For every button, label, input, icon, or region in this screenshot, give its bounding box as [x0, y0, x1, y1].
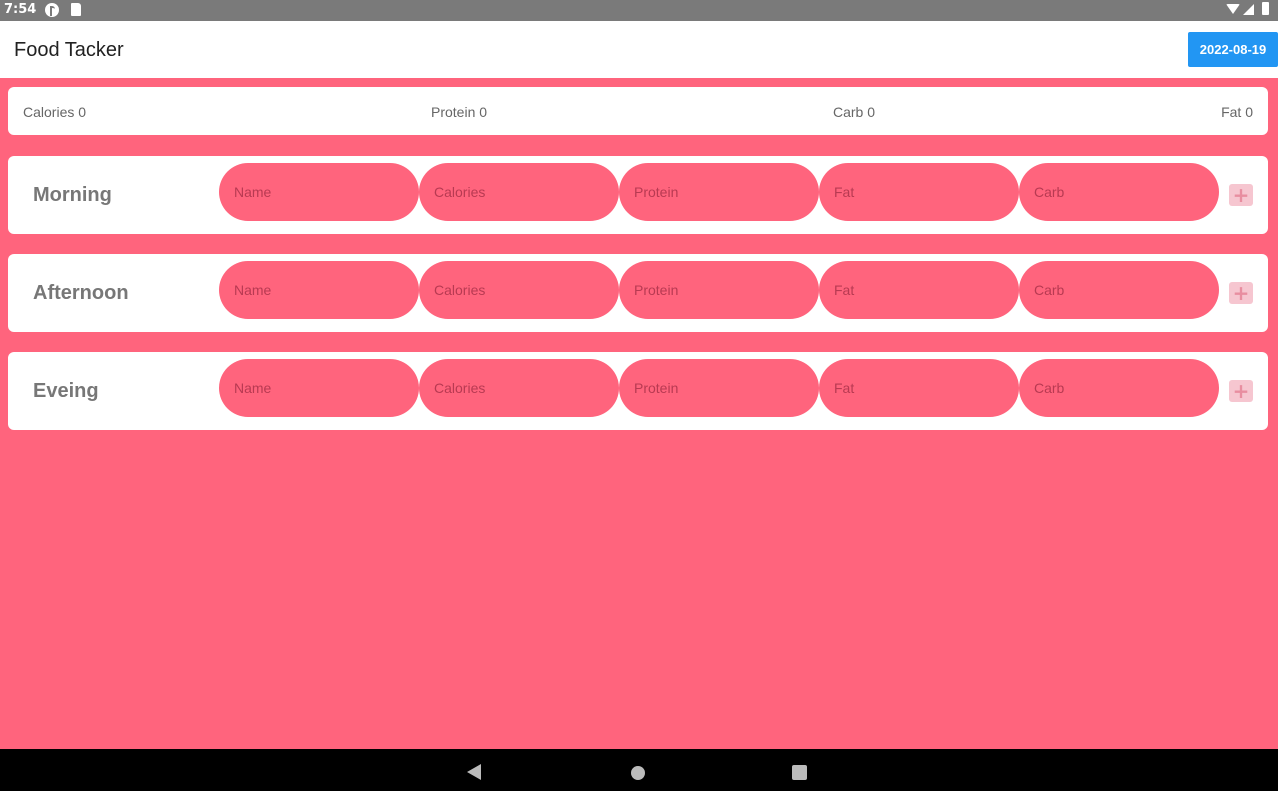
- carb-input[interactable]: [1019, 163, 1219, 221]
- status-bar: 7:54: [0, 0, 1278, 21]
- battery-icon: [1262, 2, 1269, 15]
- meal-label: Morning: [33, 184, 112, 206]
- status-time: 7:54: [4, 2, 37, 17]
- fat-input[interactable]: [819, 261, 1019, 319]
- wifi-icon: [1226, 4, 1240, 14]
- food-name-input[interactable]: [219, 261, 419, 319]
- recents-icon[interactable]: [792, 765, 807, 780]
- protein-input[interactable]: [619, 261, 819, 319]
- food-name-input[interactable]: [219, 163, 419, 221]
- meal-card-morning: Morning +: [8, 156, 1268, 234]
- date-picker-button[interactable]: 2022-08-19: [1188, 32, 1278, 67]
- carb-input[interactable]: [1019, 359, 1219, 417]
- sd-card-icon: [71, 3, 81, 16]
- calories-input[interactable]: [419, 163, 619, 221]
- summary-carb: Carb 0: [833, 104, 876, 120]
- meal-label: Eveing: [33, 380, 99, 402]
- food-name-input[interactable]: [219, 359, 419, 417]
- navigation-bar: [0, 749, 1278, 791]
- signal-icon: [1243, 4, 1254, 15]
- add-food-button[interactable]: +: [1229, 184, 1253, 206]
- app-title: Food Tacker: [14, 39, 124, 61]
- carb-input[interactable]: [1019, 261, 1219, 319]
- protein-input[interactable]: [619, 163, 819, 221]
- pocket-icon: [45, 3, 59, 17]
- home-icon[interactable]: [631, 766, 645, 780]
- calories-input[interactable]: [419, 359, 619, 417]
- plus-icon: +: [1232, 281, 1250, 305]
- add-food-button[interactable]: +: [1229, 282, 1253, 304]
- meal-card-afternoon: Afternoon +: [8, 254, 1268, 332]
- add-food-button[interactable]: +: [1229, 380, 1253, 402]
- daily-summary: Calories 0 Protein 0 Carb 0 Fat 0: [8, 87, 1268, 135]
- summary-calories: Calories 0: [23, 104, 87, 120]
- summary-protein: Protein 0: [431, 104, 488, 120]
- meal-label: Afternoon: [33, 282, 129, 304]
- protein-input[interactable]: [619, 359, 819, 417]
- app-bar: Food Tacker 2022-08-19: [0, 21, 1278, 78]
- plus-icon: +: [1232, 183, 1250, 207]
- calories-input[interactable]: [419, 261, 619, 319]
- fat-input[interactable]: [819, 359, 1019, 417]
- summary-fat: Fat 0: [1221, 104, 1253, 120]
- meal-card-evening: Eveing +: [8, 352, 1268, 430]
- back-icon[interactable]: [467, 764, 481, 780]
- fat-input[interactable]: [819, 163, 1019, 221]
- plus-icon: +: [1232, 379, 1250, 403]
